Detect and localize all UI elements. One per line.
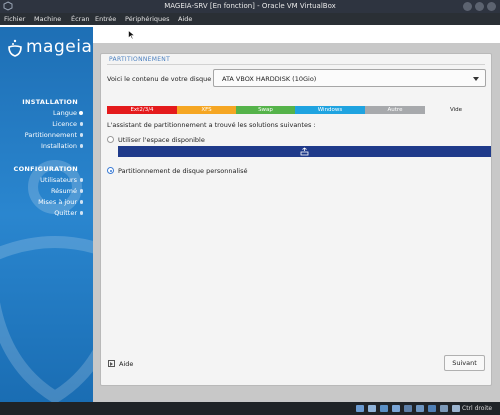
disk-usage-bar xyxy=(118,146,491,157)
menu-machine[interactable]: Machine xyxy=(34,15,61,23)
window-titlebar: MAGEIA-SRV [En fonction] - Oracle VM Vir… xyxy=(0,0,500,13)
audio-icon[interactable] xyxy=(380,405,388,412)
sidebar-item-licence: Licence xyxy=(52,120,77,128)
radio-custom[interactable] xyxy=(107,167,114,174)
section-installation: INSTALLATION xyxy=(22,98,78,106)
step-dot xyxy=(79,144,83,148)
sidebar-item-quitter: Quitter xyxy=(54,209,77,217)
sidebar-item-installation: Installation xyxy=(40,142,77,150)
disk-label: Voici le contenu de votre disque xyxy=(107,75,212,83)
partition-legend: Ext2/3/4 XFS Swap Windows Autre Vide xyxy=(107,106,487,114)
mouse-cursor-icon xyxy=(128,30,136,40)
shared-folder-icon[interactable] xyxy=(416,405,424,412)
sidebar-item-resume: Résumé xyxy=(50,187,77,195)
sidebar-item-mises-a-jour: Mises à jour xyxy=(38,198,77,206)
radio-free-space[interactable] xyxy=(107,136,114,143)
sidebar-item-langue: Langue xyxy=(53,109,77,117)
sidebar-item-utilisateurs: Utilisateurs xyxy=(40,176,77,184)
disk-select-value: ATA VBOX HARDDISK (10Gio) xyxy=(222,75,317,83)
display-icon[interactable] xyxy=(428,405,436,412)
next-button[interactable]: Suivant xyxy=(444,355,485,371)
chevron-down-icon xyxy=(473,77,479,81)
section-divider xyxy=(107,64,485,65)
minimize-button[interactable] xyxy=(463,2,472,11)
legend-xfs: XFS xyxy=(177,106,236,114)
disk-icon xyxy=(300,147,309,156)
legend-swap: Swap xyxy=(236,106,295,114)
help-label: Aide xyxy=(119,360,134,368)
help-icon xyxy=(108,360,115,367)
logo-text: mageia xyxy=(26,37,93,57)
step-dot-active xyxy=(79,111,83,115)
mageia-logo-icon xyxy=(8,39,22,57)
step-dot xyxy=(79,178,83,182)
sidebar: mageia INSTALLATION Langue Licence Parti… xyxy=(0,27,93,402)
legend-windows: Windows xyxy=(295,106,365,114)
step-dot xyxy=(79,122,83,126)
legend-autre: Autre xyxy=(365,106,425,114)
section-configuration: CONFIGURATION xyxy=(13,165,78,173)
menu-aide[interactable]: Aide xyxy=(178,15,192,23)
legend-ext: Ext2/3/4 xyxy=(107,106,177,114)
step-dot xyxy=(79,211,83,215)
step-dot xyxy=(79,189,83,193)
maximize-button[interactable] xyxy=(475,2,484,11)
network-icon[interactable] xyxy=(392,405,400,412)
main-panel: PARTITIONNEMENT Voici le contenu de votr… xyxy=(93,43,500,402)
hdd-icon[interactable] xyxy=(356,405,364,412)
section-title: PARTITIONNEMENT xyxy=(109,56,171,63)
assistant-text: L'assistant de partitionnement a trouvé … xyxy=(107,121,316,129)
mouse-integration-icon[interactable] xyxy=(452,405,460,412)
step-dot xyxy=(79,133,83,137)
step-dot xyxy=(79,200,83,204)
statusbar: Ctrl droite xyxy=(0,402,500,415)
menu-entree[interactable]: Entrée xyxy=(95,15,116,23)
menu-peripheriques[interactable]: Périphériques xyxy=(125,15,170,23)
host-key-label: Ctrl droite xyxy=(462,405,493,412)
option-custom-label[interactable]: Partitionnement de disque personnalisé xyxy=(118,167,247,175)
sidebar-decoration xyxy=(0,160,93,402)
disk-select[interactable]: ATA VBOX HARDDISK (10Gio) xyxy=(213,69,486,87)
window-title: MAGEIA-SRV [En fonction] - Oracle VM Vir… xyxy=(164,2,336,10)
partition-frame: PARTITIONNEMENT Voici le contenu de votr… xyxy=(100,53,492,386)
menubar: Fichier Machine Écran Entrée Périphériqu… xyxy=(0,13,500,25)
option-free-space-label[interactable]: Utiliser l'espace disponible xyxy=(118,136,205,144)
optical-drive-icon[interactable] xyxy=(368,405,376,412)
recording-icon[interactable] xyxy=(440,405,448,412)
usb-icon[interactable] xyxy=(404,405,412,412)
menu-fichier[interactable]: Fichier xyxy=(4,15,25,23)
sidebar-item-partitionnement: Partitionnement xyxy=(24,131,77,139)
close-button[interactable] xyxy=(487,2,496,11)
legend-vide: Vide xyxy=(425,106,487,114)
menu-ecran[interactable]: Écran xyxy=(71,15,89,23)
